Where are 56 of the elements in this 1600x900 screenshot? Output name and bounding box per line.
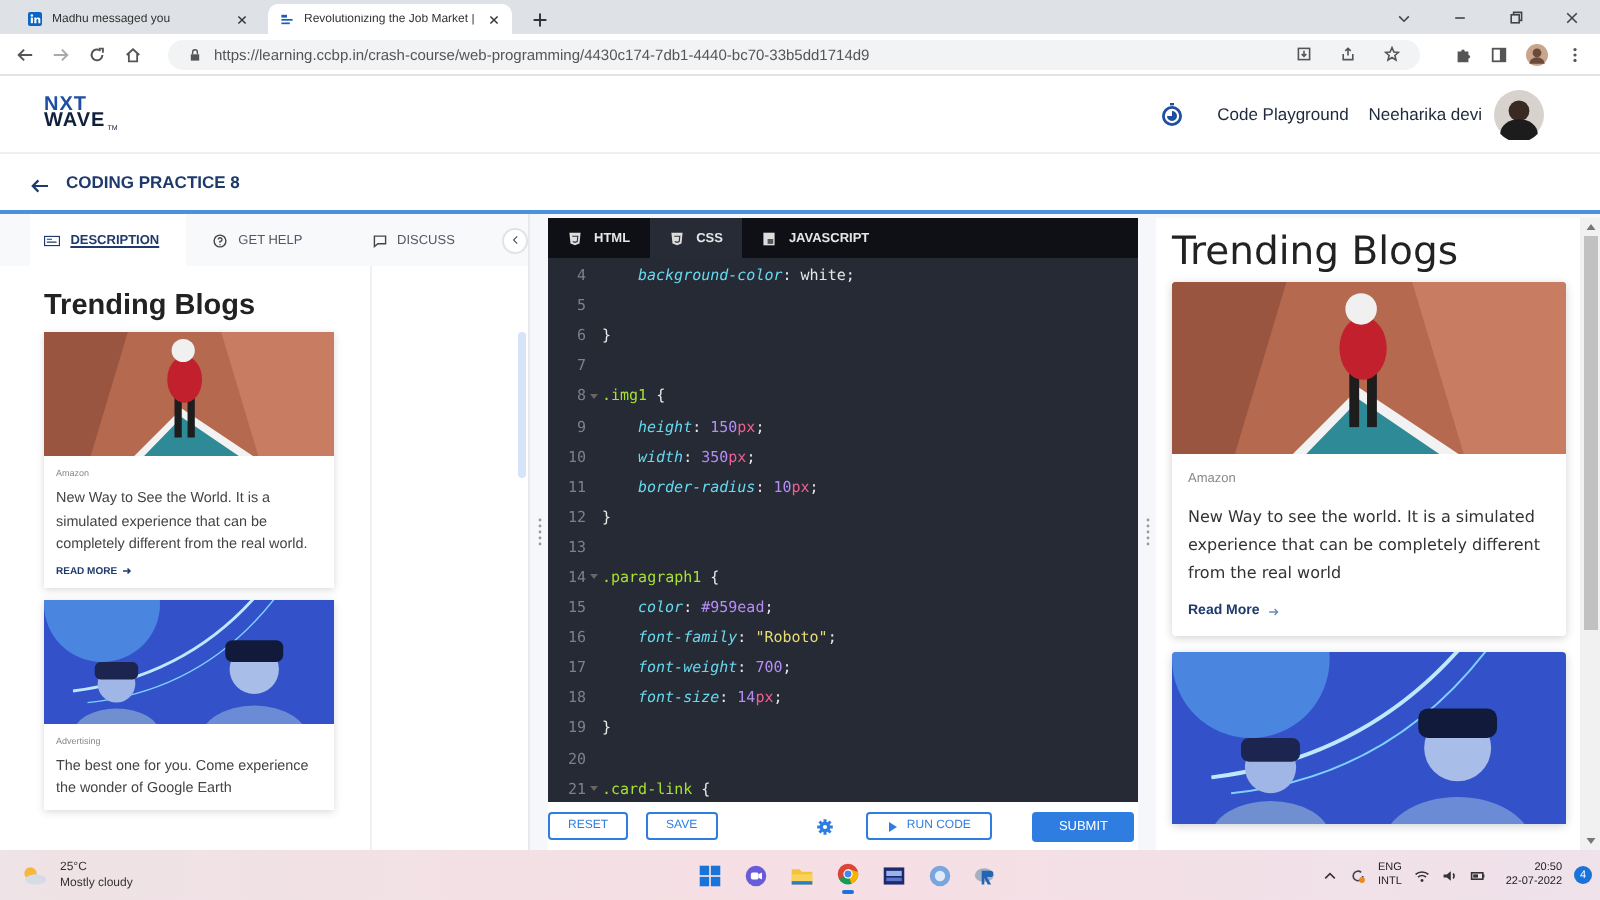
restore-icon[interactable] xyxy=(1508,10,1524,26)
home-icon[interactable] xyxy=(124,45,142,63)
r-icon[interactable] xyxy=(973,863,998,887)
puzzle-icon[interactable] xyxy=(1454,45,1472,63)
chevron-left-icon xyxy=(509,234,522,246)
chrome-icon[interactable] xyxy=(835,862,860,887)
wifi-icon[interactable] xyxy=(1413,867,1430,883)
shield-icon xyxy=(568,231,582,245)
logo-text: WAVE xyxy=(44,114,106,131)
help-icon xyxy=(212,233,229,247)
play-icon xyxy=(888,821,899,831)
close-icon[interactable] xyxy=(488,13,500,25)
back-arrow-icon[interactable] xyxy=(30,177,50,193)
heading: Trending Blogs xyxy=(1172,226,1460,278)
sidebar-icon[interactable] xyxy=(1490,45,1508,63)
comment-icon xyxy=(371,233,388,247)
avatar-icon[interactable] xyxy=(1526,43,1548,65)
speaker-icon[interactable] xyxy=(1441,867,1458,883)
page-icon xyxy=(280,12,294,26)
arrow-right-icon xyxy=(1267,605,1280,617)
chevron-down-icon[interactable] xyxy=(1396,10,1412,26)
nav-link[interactable]: Code Playground xyxy=(1217,104,1349,124)
page-title: CODING PRACTICE 8 xyxy=(66,172,240,192)
linkedin-icon xyxy=(28,12,42,26)
folder-icon[interactable] xyxy=(789,863,814,887)
card-text: New Way to see the world. It is a simulated experience that can be completely different from the real world xyxy=(1188,506,1542,586)
close-icon[interactable] xyxy=(1564,10,1580,26)
share-icon[interactable] xyxy=(1340,46,1356,62)
settings-icon[interactable] xyxy=(816,817,835,835)
back-icon[interactable] xyxy=(16,45,34,63)
close-icon[interactable] xyxy=(236,13,248,25)
heading: Trending Blogs xyxy=(44,290,258,322)
document-icon xyxy=(44,233,61,247)
scrollbar-thumb[interactable] xyxy=(1583,236,1597,630)
new-tab-icon[interactable] xyxy=(532,12,548,28)
drag-handle-icon[interactable] xyxy=(537,518,541,546)
sync-icon[interactable] xyxy=(1349,867,1366,883)
chat-icon[interactable] xyxy=(743,863,768,887)
chevron-up-icon[interactable] xyxy=(1321,867,1338,883)
lock-icon xyxy=(188,47,202,61)
download-icon[interactable] xyxy=(1296,46,1312,62)
drag-handle-icon[interactable] xyxy=(1145,518,1149,546)
shield-icon xyxy=(670,231,685,245)
reload-icon[interactable] xyxy=(88,45,106,63)
stopwatch-icon[interactable] xyxy=(1159,102,1184,126)
avatar[interactable] xyxy=(1494,89,1544,139)
arrow-right-icon xyxy=(121,566,132,576)
user-name: Neeharika devi xyxy=(1368,104,1482,124)
scroll-down-icon[interactable] xyxy=(1585,838,1595,844)
app-icon[interactable] xyxy=(881,863,906,887)
start-icon[interactable] xyxy=(697,863,722,887)
scroll-up-icon[interactable] xyxy=(1585,224,1595,230)
star-icon[interactable] xyxy=(1384,46,1400,62)
js-file-icon xyxy=(762,231,777,245)
battery-icon[interactable] xyxy=(1469,867,1486,883)
logo-text: NXT xyxy=(44,97,87,114)
